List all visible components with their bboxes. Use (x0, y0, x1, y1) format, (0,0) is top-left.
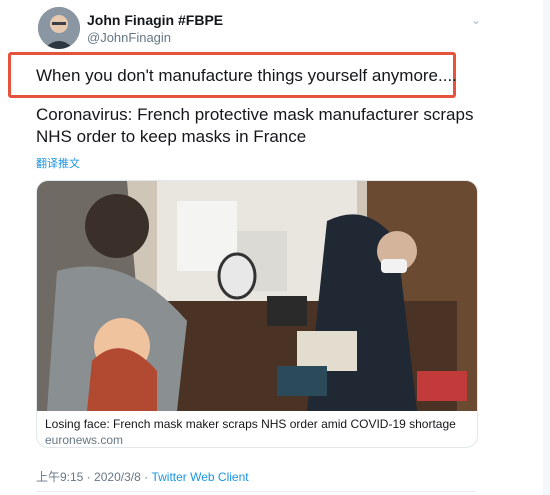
card-title[interactable]: Losing face: French mask maker scraps NH… (45, 417, 456, 431)
author-handle[interactable]: @JohnFinagin (87, 30, 171, 45)
avatar[interactable] (38, 7, 80, 49)
card-photo (37, 181, 477, 411)
tweet-date[interactable]: 2020/3/8 (94, 470, 141, 484)
shared-headline: Coronavirus: French protective mask manu… (36, 105, 474, 146)
tweet-text: When you don't manufacture things yourse… (36, 66, 457, 85)
scrollbar[interactable] (543, 0, 550, 495)
author-name[interactable]: John Finagin #FBPE (87, 12, 223, 28)
link-card[interactable]: Losing face: French mask maker scraps NH… (36, 180, 478, 448)
meta-separator: · (86, 470, 91, 484)
chevron-down-icon[interactable]: ⌄ (468, 12, 484, 28)
divider (36, 491, 476, 492)
card-domain: euronews.com (45, 433, 124, 447)
translate-link[interactable]: 翻译推文 (36, 155, 80, 171)
tweet-client[interactable]: Twitter Web Client (151, 470, 248, 484)
tweet-time[interactable]: 上午9:15 (36, 470, 83, 484)
meta-separator: · (144, 470, 149, 484)
tweet-meta: 上午9:15 · 2020/3/8 · Twitter Web Client (36, 468, 249, 485)
